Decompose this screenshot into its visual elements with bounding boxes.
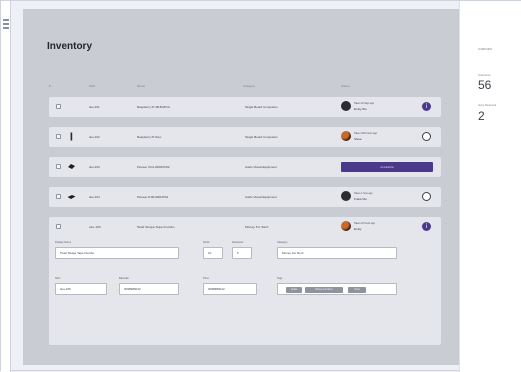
table-row[interactable]: sku-105 Twist Shape Tape Dumbo Money For…: [49, 217, 441, 237]
tags-label: Tags: [277, 277, 283, 280]
row-name: Twist Shape Tape Dumbo: [137, 225, 175, 229]
col-header-name[interactable]: Name: [137, 84, 145, 88]
category-field[interactable]: Money For Rent: [277, 247, 397, 259]
row-name: Raspberry Pi Zero: [137, 135, 162, 139]
row-sku: sku-101: [89, 105, 100, 109]
mixer-icon: [67, 192, 76, 201]
app-window: Inventory # SKU Name Category Owner sku-…: [0, 0, 521, 372]
col-header-owner[interactable]: Owner: [341, 84, 350, 88]
row-category: Single Board Computers: [245, 135, 278, 139]
menu-icon[interactable]: [3, 19, 9, 39]
info-icon[interactable]: i: [422, 222, 431, 231]
owner-status: Taken 3/29 hours ago: [354, 132, 377, 135]
price-field[interactable]: 0098989012: [203, 283, 257, 295]
item-thumbnail: [67, 102, 76, 111]
table-row[interactable]: sku-102 Raspberry Pi Zero Single Board C…: [49, 127, 441, 147]
sku-label: SKU: [55, 277, 61, 280]
table-row[interactable]: sku-103 Pioneer CDJ-2000NXS2 Audio Visua…: [49, 157, 441, 177]
stock-label: Stock: [203, 241, 210, 244]
tag-chip[interactable]: Tools: [348, 287, 366, 293]
row-checkbox[interactable]: [56, 194, 61, 199]
row-category: Audio Visual Equipment: [245, 165, 277, 169]
tag-chip[interactable]: Money For Rent: [305, 287, 343, 293]
table-row[interactable]: sku-104 Pioneer DJM-900NXS2 Audio Visual…: [49, 187, 441, 207]
owner-status: Taken 18 hours ago: [354, 222, 375, 225]
owner-name: Steve: [354, 137, 362, 141]
row-checkbox[interactable]: [56, 224, 61, 229]
page-title: Inventory: [47, 41, 93, 52]
info-ring-icon[interactable]: [422, 132, 431, 141]
col-header-category[interactable]: Category: [243, 84, 255, 88]
tag-chip[interactable]: Audio: [286, 287, 302, 293]
dj-deck-icon: [67, 162, 76, 171]
owner-avatar: [341, 191, 351, 201]
barcode-field[interactable]: 0098989012: [119, 283, 179, 295]
owner-avatar: [341, 221, 351, 231]
name-field[interactable]: Twist Shape Tape Dumbo: [55, 247, 179, 259]
row-sku: sku-104: [89, 195, 100, 199]
row-sku: sku-105: [89, 225, 101, 229]
row-category: Money For Rent: [245, 225, 269, 229]
barcode-label: Barcode: [119, 277, 129, 280]
name-label: Display Name: [55, 241, 72, 244]
expanded-row: sku-105 Twist Shape Tape Dumbo Money For…: [49, 217, 441, 345]
reserved-field[interactable]: 5: [232, 247, 252, 259]
reserved-label: Reserved: [232, 241, 244, 244]
category-label: Category: [277, 241, 288, 244]
total-items-value: 56: [478, 78, 492, 92]
left-edge-bar: [1, 1, 11, 372]
owner-status: Taken 18 days ago: [354, 102, 375, 105]
row-sku: sku-103: [89, 165, 100, 169]
owner-status: Taken 1 hour ago: [354, 192, 373, 195]
info-ring-icon[interactable]: [422, 192, 431, 201]
checkout-button[interactable]: Available: [341, 162, 433, 172]
owner-name: Frank Mo: [354, 197, 367, 201]
info-icon[interactable]: i: [422, 102, 431, 111]
row-checkbox[interactable]: [56, 164, 61, 169]
col-header-index: #: [49, 84, 51, 88]
cable-icon: [67, 132, 76, 141]
row-name: Raspberry Pi 4B 8GB Kit: [137, 105, 171, 109]
row-category: Audio Visual Equipment: [245, 195, 277, 199]
row-name: Pioneer CDJ-2000NXS2: [137, 165, 170, 169]
tags-field[interactable]: Audio Money For Rent Tools: [277, 283, 397, 295]
owner-avatar: [341, 131, 351, 141]
stock-field[interactable]: 10: [203, 247, 223, 259]
sidebar-header: OVERVIEW: [478, 48, 492, 51]
stats-sidebar: OVERVIEW Total Items 56 Items Reserved 2: [459, 1, 521, 372]
col-header-sku[interactable]: SKU: [89, 84, 95, 88]
row-category: Single Board Computers: [245, 105, 278, 109]
inventory-panel: Inventory # SKU Name Category Owner sku-…: [23, 9, 459, 365]
total-items-label: Total Items: [478, 74, 491, 77]
items-reserved-label: Items Reserved: [478, 104, 497, 107]
owner-name: Emily Wu: [354, 107, 367, 111]
owner-avatar: [341, 101, 351, 111]
sku-field[interactable]: sku-105: [55, 283, 107, 295]
price-label: Price: [203, 277, 209, 280]
row-name: Pioneer DJM-900NXS2: [137, 195, 169, 199]
row-checkbox[interactable]: [56, 104, 61, 109]
owner-name: Emily: [354, 227, 362, 231]
row-sku: sku-102: [89, 135, 100, 139]
items-reserved-value: 2: [478, 109, 485, 123]
row-checkbox[interactable]: [56, 134, 61, 139]
table-row[interactable]: sku-101 Raspberry Pi 4B 8GB Kit Single B…: [49, 97, 441, 117]
